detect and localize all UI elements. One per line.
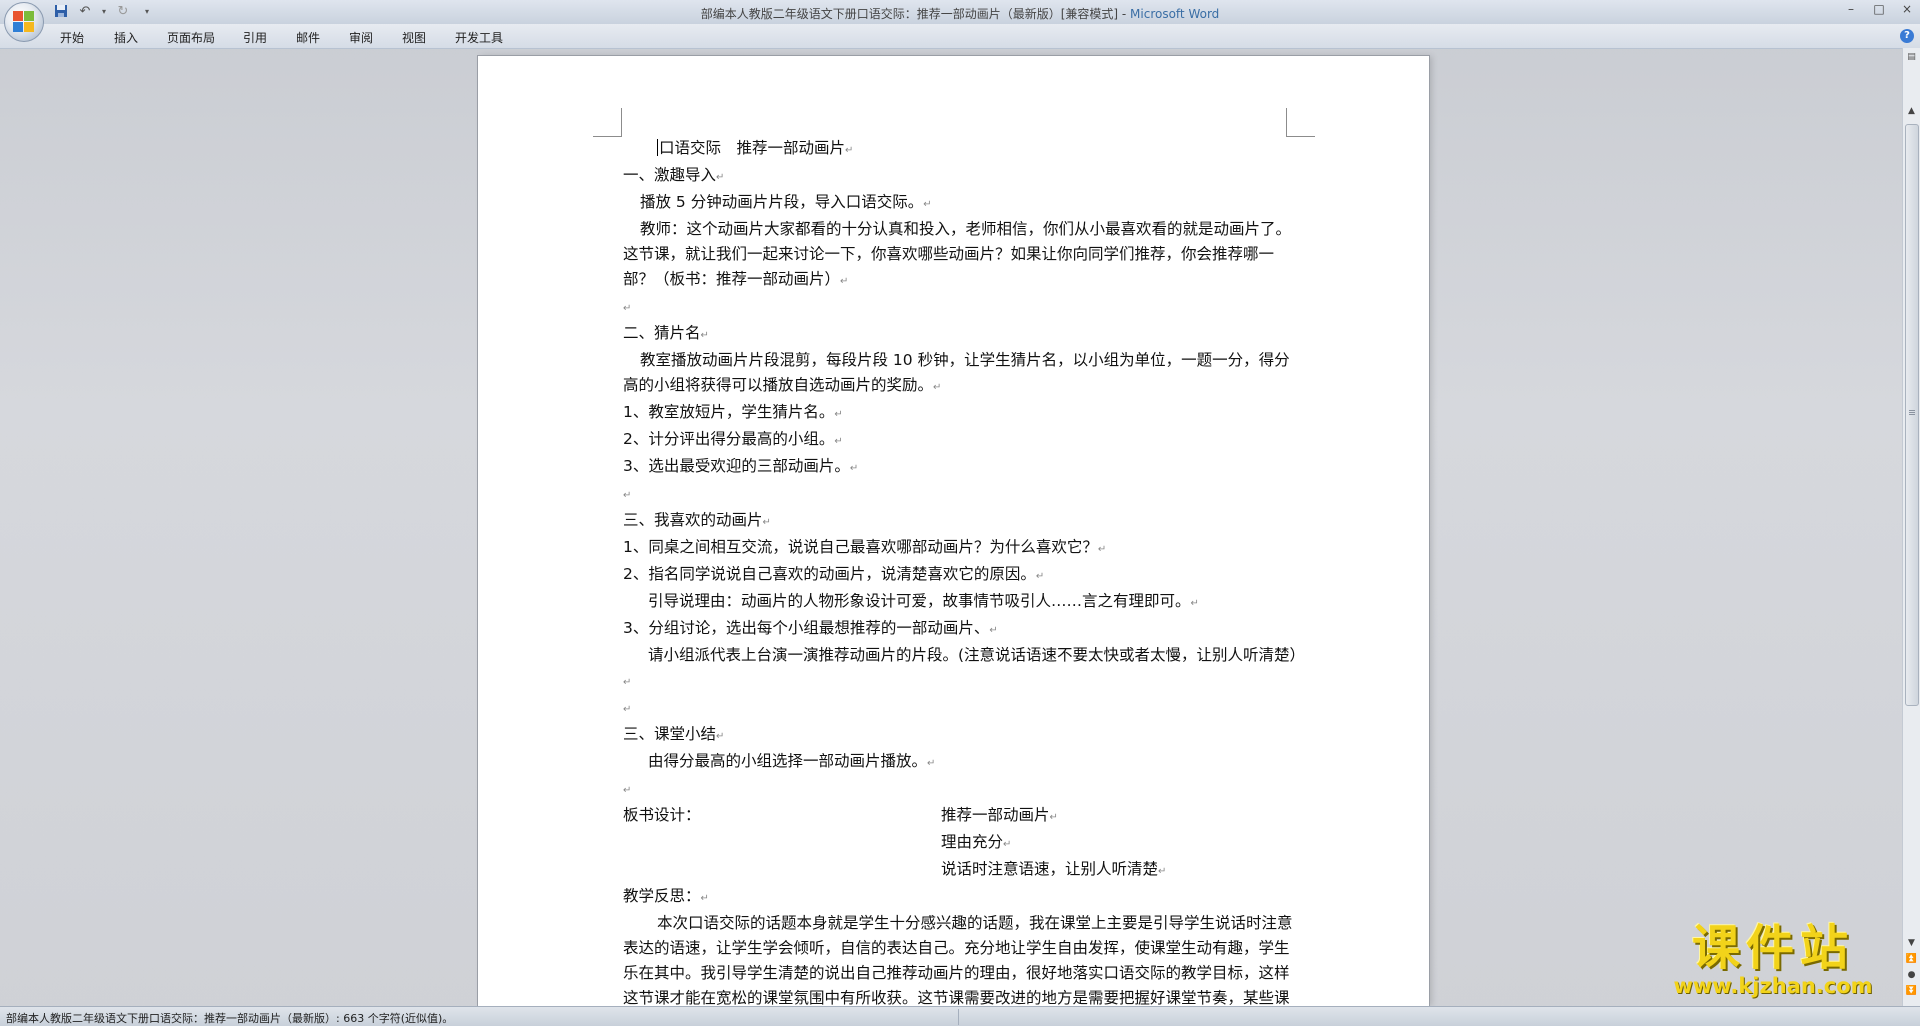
vertical-scrollbar[interactable]: ▤ ▲ ▼ ⏫ ● ⏬ [1902, 48, 1920, 1006]
document-body[interactable]: 口语交际 推荐一部动画片↵ 一、激趣导入↵ 播放 5 分钟动画片片段，导入口语交… [623, 136, 1306, 1006]
document-title: 部编本人教版二年级语文下册口语交际：推荐一部动画片（最新版）[兼容模式] [700, 7, 1119, 21]
office-logo-icon [13, 11, 35, 33]
watermark-title: 课件站 [1691, 920, 1854, 976]
title-bar: ↶ ▾ ↻ ▾ 部编本人教版二年级语文下册口语交际：推荐一部动画片（最新版）[兼… [0, 0, 1920, 42]
status-bar: 部编本人教版二年级语文下册口语交际：推荐一部动画片（最新版）: 663 个字符(… [0, 1006, 1920, 1026]
close-button[interactable]: × [1898, 2, 1916, 16]
browse-buttons: ▼ ⏫ ● ⏬ [1903, 938, 1920, 1002]
ribbon-tabs: 开始 插入 页面布局 引用 邮件 审阅 视图 开发工具 ? [0, 24, 1920, 49]
list-item: 2、指名同学说说自己喜欢的动画片，说清楚喜欢它的原因。↵ [623, 565, 1045, 583]
section-heading: 二、猜片名↵ [623, 324, 709, 342]
window-title: 部编本人教版二年级语文下册口语交际：推荐一部动画片（最新版）[兼容模式] - M… [0, 5, 1920, 22]
list-item: 2、计分评出得分最高的小组。↵ [623, 430, 843, 448]
list-item: 3、分组讨论，选出每个小组最想推荐的一部动画片、↵ [623, 619, 998, 637]
paragraph: 播放 5 分钟动画片片段，导入口语交际。↵ [640, 193, 932, 211]
board-line: 理由充分↵ [941, 833, 1012, 851]
crop-mark-top-right [1286, 108, 1315, 137]
document-page[interactable]: 口语交际 推荐一部动画片↵ 一、激趣导入↵ 播放 5 分钟动画片片段，导入口语交… [478, 56, 1429, 1006]
view-ruler-icon[interactable]: ▤ [1905, 52, 1918, 64]
board-label: 板书设计： [623, 806, 701, 824]
thumb-grip-icon [1909, 410, 1915, 411]
empty-paragraph: ↵ [623, 303, 632, 314]
empty-paragraph: ↵ [623, 490, 632, 501]
section-heading: 教学反思：↵ [623, 887, 709, 905]
select-browse-object-icon[interactable]: ● [1903, 970, 1920, 986]
tab-page-layout[interactable]: 页面布局 [167, 29, 215, 46]
text-cursor [657, 139, 658, 156]
list-item: 1、教室放短片，学生猜片名。↵ [623, 403, 843, 421]
board-design-row: 理由充分↵ [623, 830, 1303, 857]
scroll-thumb[interactable] [1905, 124, 1919, 706]
scroll-up-arrow-icon[interactable]: ▲ [1903, 106, 1920, 122]
scroll-down-arrow-icon[interactable]: ▼ [1903, 938, 1920, 954]
paragraph: 本次口语交际的话题本身就是学生十分感兴趣的话题，我在课堂上主要是引导学生说话时注… [623, 914, 1293, 1006]
tab-developer[interactable]: 开发工具 [455, 29, 503, 46]
doc-title-line: 口语交际 推荐一部动画片↵ [657, 139, 854, 157]
office-button[interactable] [4, 2, 44, 42]
paragraph: 教室播放动画片片段混剪，每段片段 10 秒钟，让学生猜片名，以小组为单位，一题一… [623, 351, 1290, 394]
doc-title: 口语交际 推荐一部动画片 [659, 139, 846, 157]
empty-paragraph: ↵ [623, 704, 632, 715]
status-divider [958, 1009, 959, 1025]
tab-review[interactable]: 审阅 [349, 29, 373, 46]
window-controls: – □ × [1842, 2, 1916, 16]
watermark-url: www.kjzhan.com [1673, 974, 1873, 998]
tab-references[interactable]: 引用 [243, 29, 267, 46]
paragraph: 教师：这个动画片大家都看的十分认真和投入，老师相信，你们从小最喜欢看的就是动画片… [623, 220, 1292, 288]
minimize-button[interactable]: – [1842, 2, 1860, 16]
previous-page-icon[interactable]: ⏫ [1903, 954, 1920, 970]
list-item: 1、同桌之间相互交流，说说自己最喜欢哪部动画片？为什么喜欢它？↵ [623, 538, 1107, 556]
section-heading: 一、激趣导入↵ [623, 166, 725, 184]
board-line: 推荐一部动画片↵ [941, 806, 1058, 824]
kjzhan-watermark: 课件站 www.kjzhan.com [1648, 922, 1898, 1000]
help-icon[interactable]: ? [1900, 29, 1914, 43]
tab-mailings[interactable]: 邮件 [296, 29, 320, 46]
board-design-row: 说话时注意语速，让别人听清楚↵ [623, 857, 1303, 884]
maximize-button[interactable]: □ [1870, 2, 1888, 16]
section-heading: 三、我喜欢的动画片↵ [623, 511, 771, 529]
tab-view[interactable]: 视图 [402, 29, 426, 46]
tab-insert[interactable]: 插入 [114, 29, 138, 46]
paragraph: 由得分最高的小组选择一部动画片播放。↵ [648, 752, 936, 770]
crop-mark-top-left [593, 108, 622, 137]
paragraph: 请小组派代表上台演一演推荐动画片的片段。(注意说话语速不要太快或者太慢，让别人听… [623, 646, 1306, 688]
app-name: Microsoft Word [1130, 7, 1220, 21]
board-line: 说话时注意语速，让别人听清楚↵ [941, 860, 1167, 878]
list-item: 3、选出最受欢迎的三部动画片。↵ [623, 457, 859, 475]
tab-home[interactable]: 开始 [60, 29, 84, 46]
section-heading: 三、课堂小结↵ [623, 725, 725, 743]
next-page-icon[interactable]: ⏬ [1903, 986, 1920, 1002]
paragraph: 引导说理由：动画片的人物形象设计可爱，故事情节吸引人……言之有理即可。↵ [648, 592, 1199, 610]
empty-paragraph: ↵ [623, 785, 632, 796]
title-separator: - [1118, 7, 1131, 21]
board-design-row: 板书设计： 推荐一部动画片↵ [623, 803, 1303, 830]
status-text: 部编本人教版二年级语文下册口语交际：推荐一部动画片（最新版）: 663 个字符(… [6, 1012, 454, 1025]
